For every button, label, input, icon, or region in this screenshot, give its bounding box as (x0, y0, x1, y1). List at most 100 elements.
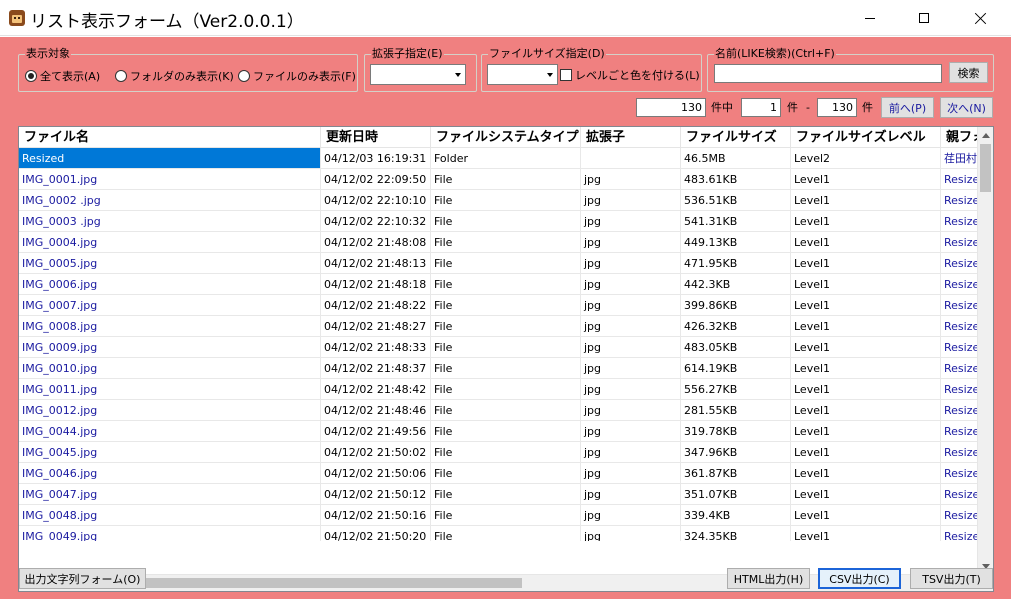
cell-fs-type: File (431, 484, 581, 505)
cell-extension: jpg (581, 232, 681, 253)
next-page-button[interactable]: 次へ(N) (940, 97, 993, 118)
name-search-group: 名前(LIKE検索)(Ctrl+F) 検索 (707, 47, 994, 92)
cell-modified: 04/12/02 21:48:27 (321, 316, 431, 337)
color-by-level-checkbox[interactable]: レベルごと色を付ける(L) (560, 67, 700, 83)
cell-parent: Resize (941, 379, 979, 400)
cell-extension: jpg (581, 190, 681, 211)
table-row[interactable]: IMG_0012.jpg 04/12/02 21:48:46 File jpg 281.… (19, 400, 979, 421)
table-row[interactable]: IMG_0046.jpg 04/12/02 21:50:06 File jpg 361.… (19, 463, 979, 484)
column-header-modified[interactable]: 更新日時 (321, 127, 431, 148)
table-row[interactable]: IMG_0006.jpg 04/12/02 21:48:18 File jpg 442.… (19, 274, 979, 295)
cell-fs-type: File (431, 463, 581, 484)
cell-name: IMG_0004.jpg (19, 232, 321, 253)
extension-combo[interactable] (370, 64, 466, 85)
close-button[interactable] (958, 0, 1004, 36)
cell-fs-type: File (431, 526, 581, 541)
cell-parent: Resize (941, 505, 979, 526)
search-button[interactable]: 検索 (949, 62, 988, 83)
cell-size: 536.51KB (681, 190, 791, 211)
cell-level: Level2 (791, 148, 941, 169)
column-header-file-name[interactable]: ファイル名 (19, 127, 321, 148)
table-row[interactable]: IMG_0007.jpg 04/12/02 21:48:22 File jpg 399.… (19, 295, 979, 316)
cell-modified: 04/12/02 21:50:16 (321, 505, 431, 526)
file-size-legend: ファイルサイズ指定(D) (488, 47, 606, 61)
table-row[interactable]: IMG_0009.jpg 04/12/02 21:48:33 File jpg 483.… (19, 337, 979, 358)
file-size-combo[interactable] (487, 64, 558, 85)
radio-folders-only[interactable]: フォルダのみ表示(K) (115, 68, 234, 84)
cell-level: Level1 (791, 295, 941, 316)
to-index-input[interactable]: 130 (817, 98, 857, 117)
cell-extension: jpg (581, 526, 681, 541)
extension-group: 拡張子指定(E) (364, 47, 477, 92)
prev-page-button[interactable]: 前へ(P) (881, 97, 934, 118)
color-by-level-label: レベルごと色を付ける(L) (575, 69, 700, 82)
tsv-output-button[interactable]: TSV出力(T) (910, 568, 993, 589)
cell-modified: 04/12/02 21:50:06 (321, 463, 431, 484)
cell-extension: jpg (581, 295, 681, 316)
scroll-up-arrow-icon[interactable] (982, 133, 990, 138)
table-row[interactable]: IMG_0048.jpg 04/12/02 21:50:16 File jpg 339.… (19, 505, 979, 526)
cell-name: IMG_0049.jpg (19, 526, 321, 541)
radio-show-all[interactable]: 全て表示(A) (25, 68, 100, 84)
file-list-view[interactable]: ファイル名 更新日時 ファイルシステムタイプ 拡張子 ファイルサイズ ファイルサ… (18, 126, 994, 592)
output-string-form-button[interactable]: 出力文字列フォーム(O) (19, 568, 146, 589)
vertical-scrollbar[interactable] (977, 127, 993, 575)
cell-fs-type: File (431, 421, 581, 442)
csv-output-button[interactable]: CSV出力(C) (818, 568, 901, 589)
cell-name: IMG_0002 .jpg (19, 190, 321, 211)
cell-fs-type: File (431, 505, 581, 526)
cell-size: 556.27KB (681, 379, 791, 400)
table-row[interactable]: IMG_0045.jpg 04/12/02 21:50:02 File jpg 347.… (19, 442, 979, 463)
table-row[interactable]: IMG_0044.jpg 04/12/02 21:49:56 File jpg 319.… (19, 421, 979, 442)
cell-size: 483.61KB (681, 169, 791, 190)
cell-size: 324.35KB (681, 526, 791, 541)
cell-level: Level1 (791, 379, 941, 400)
radio-files-only-indicator (238, 70, 250, 82)
cell-extension: jpg (581, 463, 681, 484)
color-by-level-box (560, 69, 572, 81)
column-header-fs-type[interactable]: ファイルシステムタイプ (431, 127, 581, 148)
cell-parent: Resize (941, 400, 979, 421)
column-header-extension[interactable]: 拡張子 (581, 127, 681, 148)
table-row[interactable]: IMG_0003 .jpg 04/12/02 22:10:32 File jpg 541… (19, 211, 979, 232)
cell-name: IMG_0008.jpg (19, 316, 321, 337)
cell-extension: jpg (581, 337, 681, 358)
cell-modified: 04/12/02 21:48:33 (321, 337, 431, 358)
table-row[interactable]: IMG_0010.jpg 04/12/02 21:48:37 File jpg 614.… (19, 358, 979, 379)
cell-fs-type: Folder (431, 148, 581, 169)
radio-files-only[interactable]: ファイルのみ表示(F) (238, 68, 356, 84)
table-row[interactable]: IMG_0011.jpg 04/12/02 21:48:42 File jpg 556.… (19, 379, 979, 400)
cell-level: Level1 (791, 274, 941, 295)
cell-name: IMG_0009.jpg (19, 337, 321, 358)
table-row[interactable]: IMG_0004.jpg 04/12/02 21:48:08 File jpg 449.… (19, 232, 979, 253)
cell-fs-type: File (431, 169, 581, 190)
maximize-button[interactable] (901, 0, 947, 36)
from-index-input[interactable]: 1 (741, 98, 781, 117)
cell-size: 281.55KB (681, 400, 791, 421)
cell-fs-type: File (431, 190, 581, 211)
table-row[interactable]: IMG_0005.jpg 04/12/02 21:48:13 File jpg 471.… (19, 253, 979, 274)
extension-legend: 拡張子指定(E) (371, 47, 444, 61)
table-row[interactable]: IMG_0001.jpg 04/12/02 22:09:50 File jpg 483.… (19, 169, 979, 190)
cell-modified: 04/12/02 21:48:22 (321, 295, 431, 316)
name-search-input[interactable] (714, 64, 942, 83)
cell-modified: 04/12/02 21:50:12 (321, 484, 431, 505)
window-title: リスト表示フォーム（Ver2.0.0.1） (30, 12, 304, 32)
table-row[interactable]: IMG_0002 .jpg 04/12/02 22:10:10 File jpg 536… (19, 190, 979, 211)
table-row[interactable]: IMG_0047.jpg 04/12/02 21:50:12 File jpg 351.… (19, 484, 979, 505)
column-header-size-level[interactable]: ファイルサイズレベル (791, 127, 941, 148)
range-dash: - (806, 101, 810, 114)
vertical-scroll-thumb[interactable] (980, 144, 991, 192)
cell-size: 339.4KB (681, 505, 791, 526)
radio-show-all-label: 全て表示(A) (40, 70, 101, 83)
html-output-button[interactable]: HTML出力(H) (727, 568, 810, 589)
minimize-button[interactable] (847, 0, 893, 36)
table-row[interactable]: Resized 04/12/03 16:19:31 Folder 46.5MB Leve… (19, 148, 979, 169)
cell-fs-type: File (431, 358, 581, 379)
column-header-file-size[interactable]: ファイルサイズ (681, 127, 791, 148)
radio-folders-only-label: フォルダのみ表示(K) (130, 70, 234, 83)
cell-name: IMG_0047.jpg (19, 484, 321, 505)
table-row[interactable]: IMG_0008.jpg 04/12/02 21:48:27 File jpg 426.… (19, 316, 979, 337)
table-row[interactable]: IMG_0049.jpg 04/12/02 21:50:20 File jpg 324.… (19, 526, 979, 541)
display-target-group: 表示対象 全て表示(A) フォルダのみ表示(K) ファイルのみ表示(F) (18, 47, 358, 92)
